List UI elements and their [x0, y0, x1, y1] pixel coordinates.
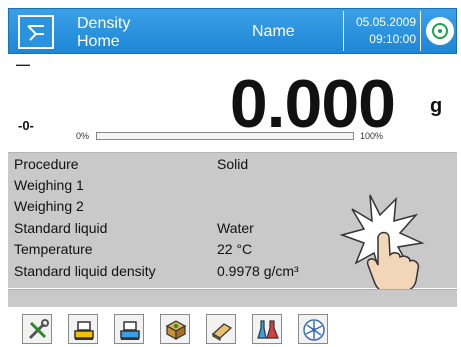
info-value: 0.9978 g/cm³	[217, 263, 299, 279]
header-bar: Density Home Name 05.05.2009 09:10:00	[8, 8, 457, 54]
info-value: Solid	[217, 156, 249, 172]
weighing-1-button[interactable]	[68, 314, 98, 344]
stability-mark: —	[16, 56, 30, 72]
status-strip	[8, 289, 457, 307]
time-label: 09:10:00	[369, 32, 416, 46]
box-icon	[165, 320, 187, 341]
zero-indicator: -0-	[18, 118, 34, 133]
unit-label[interactable]: g	[430, 95, 442, 118]
eraser-icon	[211, 323, 233, 342]
load-bargraph	[96, 132, 354, 140]
tools-icon	[28, 319, 49, 340]
sample-button[interactable]	[160, 314, 190, 344]
lab-flasks-icon	[257, 320, 279, 339]
info-label: Procedure	[14, 156, 79, 172]
weighing-2-button[interactable]	[114, 314, 144, 344]
level-indicator-button[interactable]	[426, 17, 454, 45]
clear-button[interactable]	[206, 314, 236, 344]
mode-icon	[27, 25, 44, 41]
mode-title: Density	[77, 15, 131, 32]
info-label: Standard liquid density	[14, 263, 156, 279]
weighing-pan-icon	[74, 321, 94, 340]
ventilation-button[interactable]	[298, 314, 328, 344]
fan-icon	[303, 319, 325, 341]
density-liquid-button[interactable]	[252, 314, 282, 344]
balance-screen: Density Home Name 05.05.2009 09:10:00 — …	[0, 0, 461, 347]
info-label: Standard liquid	[14, 220, 108, 236]
info-row-procedure: Procedure Solid	[14, 156, 434, 176]
info-label: Weighing 1	[14, 177, 84, 193]
info-label: Temperature	[14, 241, 93, 257]
settings-button[interactable]	[22, 314, 52, 344]
bargraph-start-label: 0%	[76, 131, 90, 141]
date-label: 05.05.2009	[355, 15, 416, 29]
function-toolbar	[8, 308, 457, 347]
info-value: Water	[217, 220, 254, 236]
reading-area: — -0- 0.000 g 0% 100%	[8, 55, 457, 151]
home-button[interactable]	[18, 15, 54, 49]
user-name[interactable]: Name	[252, 23, 295, 41]
datetime-box[interactable]: 05.05.2009 09:10:00	[343, 11, 421, 51]
weighing-pan-alt-icon	[120, 321, 140, 340]
info-panel[interactable]: Procedure Solid Weighing 1 Weighing 2 St…	[8, 152, 457, 293]
info-label: Weighing 2	[14, 198, 84, 214]
bargraph-end-label: 100%	[360, 131, 384, 141]
profile-name: Home	[77, 33, 120, 50]
level-dot-icon	[438, 29, 442, 33]
touch-hand-icon	[339, 194, 425, 293]
info-value: 22 °C	[217, 241, 253, 257]
level-ring-icon	[432, 23, 448, 39]
